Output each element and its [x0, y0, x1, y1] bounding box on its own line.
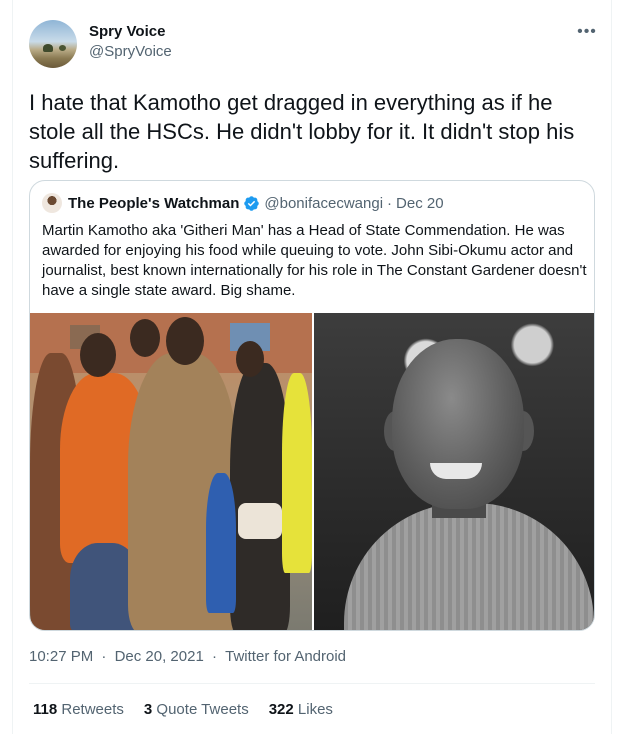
quote-tweets-label: Quote Tweets — [156, 701, 249, 718]
quote-tweets-stat[interactable]: 3 Quote Tweets — [144, 701, 249, 718]
likes-stat[interactable]: 322 Likes — [269, 701, 333, 718]
likes-count: 322 — [268, 701, 298, 718]
tweet-text: I hate that Kamotho get dragged in every… — [29, 90, 575, 173]
divider — [29, 683, 595, 684]
separator-dot: · — [387, 194, 393, 212]
quote-tweets-count: 3 — [143, 701, 157, 718]
quoted-author-avatar — [42, 193, 62, 213]
tweet-time[interactable]: 10:27 PM — [29, 648, 93, 665]
quoted-tweet-media — [30, 313, 594, 630]
tweet-source[interactable]: Twitter for Android — [225, 648, 346, 665]
verified-badge-icon — [244, 195, 260, 211]
more-horizontal-icon[interactable]: ••• — [573, 18, 601, 46]
quoted-tweet-date: Dec 20 — [396, 194, 444, 212]
quoted-tweet-header: The People's Watchman @bonifacecwangi · … — [42, 193, 444, 213]
retweets-count: 118 — [33, 701, 62, 718]
quoted-author-handle: @bonifacecwangi — [264, 194, 384, 212]
author-name[interactable]: Spry Voice — [89, 23, 165, 40]
retweets-label: Retweets — [61, 701, 124, 718]
photo-crowd[interactable] — [30, 313, 312, 630]
separator-dot: · — [211, 648, 217, 665]
tweet-date[interactable]: Dec 20, 2021 — [115, 648, 204, 665]
quoted-tweet[interactable]: The People's Watchman @bonifacecwangi · … — [29, 180, 595, 631]
author-handle[interactable]: @SpryVoice — [89, 43, 172, 60]
retweets-stat[interactable]: 118 Retweets — [33, 701, 124, 718]
photo-portrait[interactable] — [314, 313, 594, 630]
tweet-metadata: 10:27 PM · Dec 20, 2021 · Twitter for An… — [29, 648, 346, 665]
likes-label: Likes — [297, 701, 333, 718]
quoted-author-name: The People's Watchman — [68, 194, 240, 212]
engagement-stats: 118 Retweets 3 Quote Tweets 322 Likes — [33, 701, 353, 718]
separator-dot: · — [101, 648, 107, 665]
quoted-tweet-text: Martin Kamotho aka 'Githeri Man' has a H… — [42, 222, 587, 299]
author-avatar[interactable] — [29, 20, 77, 68]
